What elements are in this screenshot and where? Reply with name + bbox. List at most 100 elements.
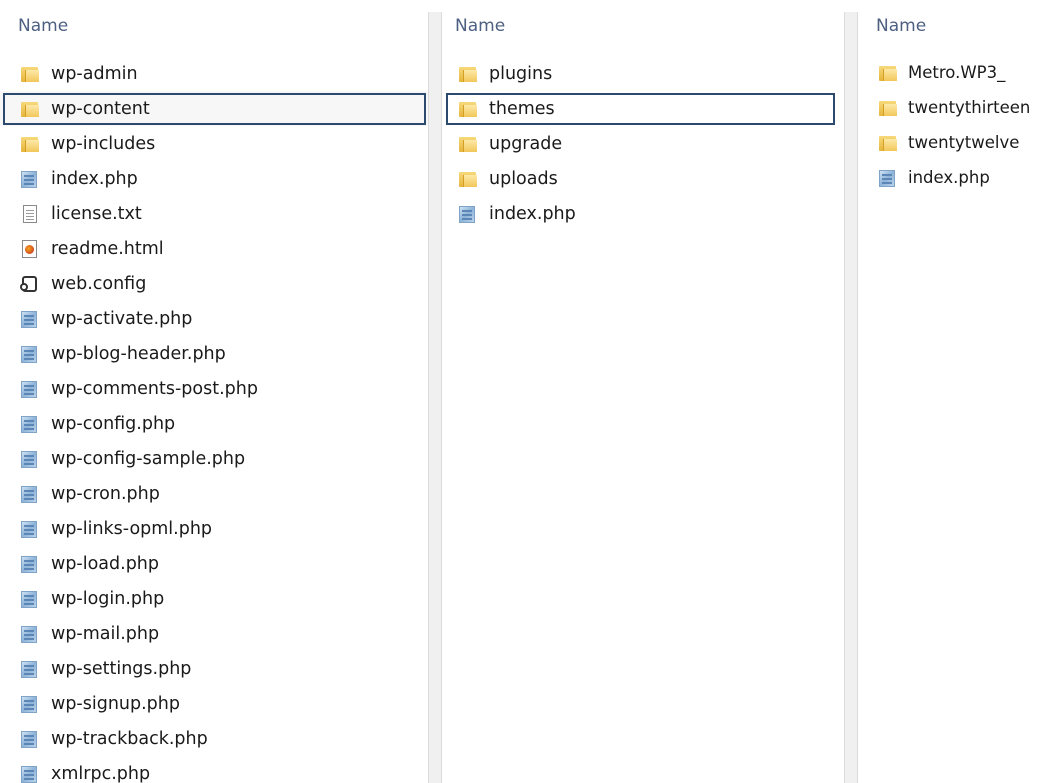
item-name: upgrade bbox=[489, 133, 563, 154]
php-file-icon bbox=[20, 764, 40, 783]
file-row[interactable]: license.txt bbox=[0, 196, 428, 231]
item-name: wp-config-sample.php bbox=[51, 448, 246, 469]
item-name: plugins bbox=[489, 63, 553, 84]
file-row[interactable]: wp-trackback.php bbox=[0, 721, 428, 756]
file-row[interactable]: wp-load.php bbox=[0, 546, 428, 581]
file-list: Metro.WP3_ twentythirteen twentytwelve inde… bbox=[862, 55, 1042, 195]
file-pane-themes: Name Metro.WP3_ twentythirteen twentytwelv… bbox=[862, 0, 1042, 783]
php-file-icon bbox=[20, 449, 40, 469]
php-file-icon bbox=[20, 484, 40, 504]
folder-row[interactable]: wp-content bbox=[0, 91, 428, 126]
php-file-icon bbox=[878, 168, 898, 188]
file-row[interactable]: web.config bbox=[0, 266, 428, 301]
file-row[interactable]: wp-config-sample.php bbox=[0, 441, 428, 476]
file-row[interactable]: index.php bbox=[444, 196, 844, 231]
item-name: readme.html bbox=[51, 238, 164, 259]
item-name: themes bbox=[489, 98, 555, 119]
item-name: wp-links-opml.php bbox=[51, 518, 213, 539]
file-row[interactable]: wp-settings.php bbox=[0, 651, 428, 686]
pane-splitter[interactable] bbox=[844, 12, 858, 783]
file-row[interactable]: index.php bbox=[0, 161, 428, 196]
folder-icon bbox=[458, 134, 478, 154]
php-file-icon bbox=[458, 204, 478, 224]
php-file-icon bbox=[20, 379, 40, 399]
file-row[interactable]: wp-links-opml.php bbox=[0, 511, 428, 546]
column-header-name[interactable]: Name bbox=[876, 12, 926, 40]
folder-icon bbox=[458, 64, 478, 84]
php-file-icon bbox=[20, 659, 40, 679]
item-name: uploads bbox=[489, 168, 558, 189]
php-file-icon bbox=[20, 694, 40, 714]
item-name: wp-trackback.php bbox=[51, 728, 208, 749]
file-row[interactable]: wp-config.php bbox=[0, 406, 428, 441]
folder-icon bbox=[878, 98, 898, 118]
item-name: index.php bbox=[51, 168, 138, 189]
item-name: Metro.WP3_ bbox=[908, 63, 1006, 82]
file-row[interactable]: wp-activate.php bbox=[0, 301, 428, 336]
folder-icon bbox=[458, 169, 478, 189]
folder-icon bbox=[20, 99, 40, 119]
item-name: wp-cron.php bbox=[51, 483, 160, 504]
item-name: license.txt bbox=[51, 203, 142, 224]
item-name: wp-signup.php bbox=[51, 693, 180, 714]
file-row[interactable]: wp-signup.php bbox=[0, 686, 428, 721]
item-name: wp-admin bbox=[51, 63, 138, 84]
item-name: twentytwelve bbox=[908, 133, 1020, 152]
folder-icon bbox=[20, 64, 40, 84]
folder-row[interactable]: Metro.WP3_ bbox=[862, 55, 1042, 90]
php-file-icon bbox=[20, 589, 40, 609]
file-row[interactable]: index.php bbox=[862, 160, 1042, 195]
file-list: wp-admin wp-content wp-includes index.php li… bbox=[0, 56, 428, 783]
column-header-name[interactable]: Name bbox=[18, 12, 68, 40]
item-name: wp-mail.php bbox=[51, 623, 160, 644]
folder-row[interactable]: twentythirteen bbox=[862, 90, 1042, 125]
php-file-icon bbox=[20, 309, 40, 329]
file-pane-wp-content: Name plugins themes upgrade uploads index.ph… bbox=[444, 0, 844, 783]
folder-row[interactable]: wp-includes bbox=[0, 126, 428, 161]
php-file-icon bbox=[20, 624, 40, 644]
file-row[interactable]: wp-login.php bbox=[0, 581, 428, 616]
php-file-icon bbox=[20, 519, 40, 539]
file-pane-root: Name wp-admin wp-content wp-includes index.… bbox=[0, 0, 428, 783]
folder-icon bbox=[20, 134, 40, 154]
folder-row[interactable]: themes bbox=[444, 91, 844, 126]
item-name: wp-load.php bbox=[51, 553, 160, 574]
php-file-icon bbox=[20, 414, 40, 434]
file-row[interactable]: readme.html bbox=[0, 231, 428, 266]
folder-row[interactable]: uploads bbox=[444, 161, 844, 196]
item-name: wp-comments-post.php bbox=[51, 378, 258, 399]
php-file-icon bbox=[20, 729, 40, 749]
config-file-icon bbox=[20, 274, 40, 294]
folder-row[interactable]: wp-admin bbox=[0, 56, 428, 91]
php-file-icon bbox=[20, 344, 40, 364]
php-file-icon bbox=[20, 554, 40, 574]
folder-icon bbox=[878, 63, 898, 83]
file-list: plugins themes upgrade uploads index.php bbox=[444, 56, 844, 231]
item-name: wp-settings.php bbox=[51, 658, 192, 679]
php-file-icon bbox=[20, 169, 40, 189]
pane-splitter[interactable] bbox=[428, 12, 442, 783]
item-name: wp-login.php bbox=[51, 588, 165, 609]
item-name: wp-content bbox=[51, 98, 150, 119]
file-row[interactable]: wp-cron.php bbox=[0, 476, 428, 511]
folder-row[interactable]: twentytwelve bbox=[862, 125, 1042, 160]
folder-row[interactable]: upgrade bbox=[444, 126, 844, 161]
file-row[interactable]: wp-comments-post.php bbox=[0, 371, 428, 406]
html-file-icon bbox=[20, 239, 40, 259]
folder-icon bbox=[458, 99, 478, 119]
folder-row[interactable]: plugins bbox=[444, 56, 844, 91]
item-name: wp-includes bbox=[51, 133, 156, 154]
item-name: twentythirteen bbox=[908, 98, 1031, 117]
item-name: index.php bbox=[908, 168, 990, 187]
text-file-icon bbox=[20, 204, 40, 224]
item-name: index.php bbox=[489, 203, 576, 224]
item-name: wp-blog-header.php bbox=[51, 343, 226, 364]
column-header-name[interactable]: Name bbox=[455, 12, 505, 40]
item-name: xmlrpc.php bbox=[51, 763, 151, 783]
file-row[interactable]: wp-mail.php bbox=[0, 616, 428, 651]
item-name: wp-activate.php bbox=[51, 308, 193, 329]
file-row[interactable]: wp-blog-header.php bbox=[0, 336, 428, 371]
item-name: wp-config.php bbox=[51, 413, 176, 434]
file-row[interactable]: xmlrpc.php bbox=[0, 756, 428, 783]
item-name: web.config bbox=[51, 273, 147, 294]
